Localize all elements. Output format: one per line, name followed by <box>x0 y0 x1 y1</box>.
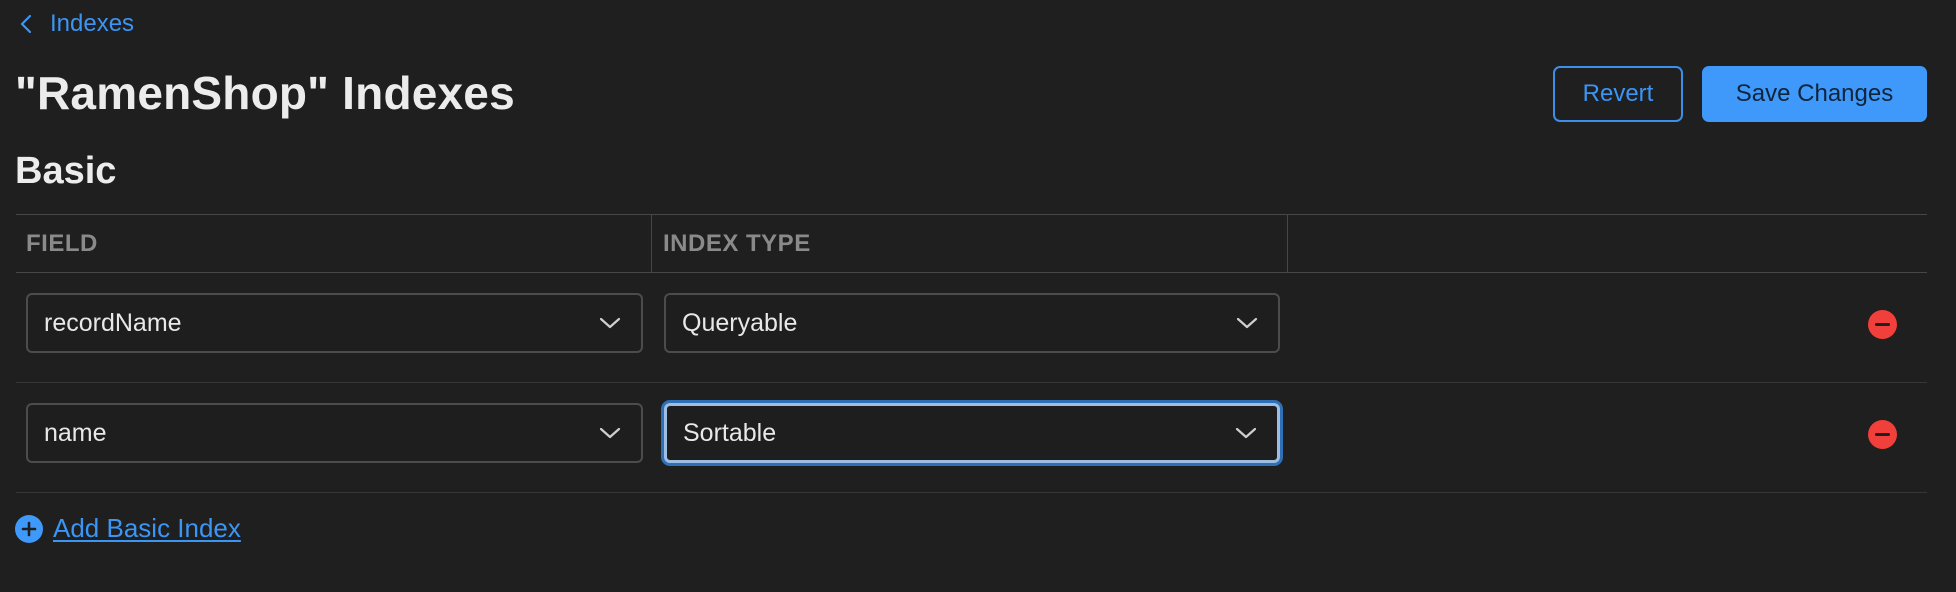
add-basic-index-label[interactable]: Add Basic Index <box>53 513 241 544</box>
index-type-select-value: Queryable <box>682 308 798 337</box>
section-title-basic: Basic <box>15 150 117 192</box>
save-changes-button[interactable]: Save Changes <box>1702 66 1927 122</box>
minus-circle-icon <box>1875 433 1890 436</box>
chevron-down-icon <box>599 316 621 330</box>
table-row: recordName Queryable <box>16 273 1927 383</box>
index-type-select-value: Sortable <box>683 418 777 447</box>
field-select[interactable]: name <box>26 403 643 463</box>
field-select-value: name <box>44 418 107 447</box>
column-header-index-type: INDEX TYPE <box>663 230 811 257</box>
column-header-field: FIELD <box>26 230 98 257</box>
chevron-down-icon <box>1235 426 1257 440</box>
back-link[interactable]: Indexes <box>16 10 134 38</box>
field-select-value: recordName <box>44 308 182 337</box>
chevron-down-icon <box>1236 316 1258 330</box>
index-type-select[interactable]: Sortable <box>664 403 1280 463</box>
remove-index-button[interactable] <box>1868 310 1897 339</box>
table-row: name Sortable <box>16 383 1927 493</box>
remove-index-button[interactable] <box>1868 420 1897 449</box>
chevron-left-icon <box>16 12 36 36</box>
add-basic-index-link[interactable]: Add Basic Index <box>15 513 241 544</box>
plus-circle-icon <box>15 514 43 543</box>
page-title: "RamenShop" Indexes <box>15 67 515 119</box>
back-link-label[interactable]: Indexes <box>50 10 134 38</box>
chevron-down-icon <box>599 426 621 440</box>
revert-button[interactable]: Revert <box>1553 66 1683 122</box>
column-divider <box>1287 215 1288 273</box>
table-header: FIELD INDEX TYPE <box>16 214 1927 273</box>
field-select[interactable]: recordName <box>26 293 643 353</box>
minus-circle-icon <box>1875 323 1890 326</box>
basic-index-table: FIELD INDEX TYPE recordName Queryable na… <box>16 214 1927 493</box>
index-type-select[interactable]: Queryable <box>664 293 1280 353</box>
column-divider <box>651 215 652 273</box>
